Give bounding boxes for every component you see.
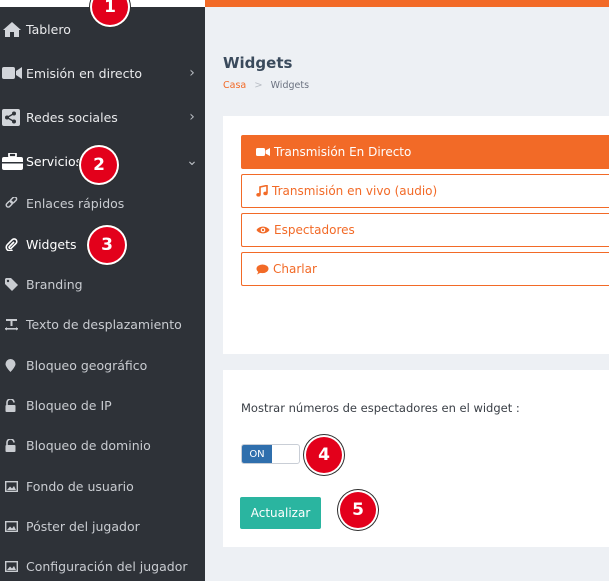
annotation-marker-4: 4	[306, 437, 342, 473]
sidebar: Tablero Emisión en directo › Redes socia…	[0, 0, 205, 581]
update-button[interactable]: Actualizar	[240, 497, 321, 529]
widget-option-label: Espectadores	[274, 223, 355, 237]
sidebar-item-label: Emisión en directo	[26, 65, 143, 81]
unlock-icon	[0, 398, 26, 412]
page-title: Widgets	[223, 54, 293, 72]
viewer-count-toggle[interactable]: ON	[241, 444, 300, 464]
unlock-icon	[0, 438, 26, 452]
sidebar-item-bloqueo-de-dominio[interactable]: Bloqueo de dominio	[0, 427, 205, 463]
image-icon	[0, 480, 26, 492]
widget-option-label: Transmisión En Directo	[274, 145, 412, 159]
share-icon	[0, 108, 26, 126]
widget-option-transmision-audio[interactable]: Transmisión en vivo (audio)	[241, 174, 609, 208]
map-pin-icon	[0, 358, 26, 372]
breadcrumb-current: Widgets	[270, 80, 310, 91]
widget-option-label: Transmisión en vivo (audio)	[272, 184, 438, 198]
annotation-marker-2: 2	[81, 147, 117, 183]
sidebar-item-fondo-de-usuario[interactable]: Fondo de usuario	[0, 468, 205, 504]
sidebar-item-emision-en-directo[interactable]: Emisión en directo ›	[0, 55, 205, 91]
chevron-right-icon: ›	[189, 65, 195, 81]
viewer-count-label: Mostrar números de espectadores en el wi…	[241, 401, 520, 415]
breadcrumb: Casa > Widgets	[223, 80, 309, 91]
sidebar-item-label: Bloqueo de IP	[26, 397, 112, 413]
link-icon	[0, 196, 26, 210]
video-camera-icon	[0, 66, 26, 80]
sidebar-item-label: Branding	[26, 276, 83, 292]
text-scroll-icon	[0, 318, 26, 331]
widget-option-charlar[interactable]: Charlar	[241, 252, 609, 286]
annotation-marker-5: 5	[340, 492, 376, 528]
eye-icon	[256, 226, 270, 234]
image-icon	[0, 560, 26, 572]
chat-bubble-icon	[256, 264, 269, 274]
breadcrumb-separator: >	[254, 80, 263, 91]
widget-option-espectadores[interactable]: Espectadores	[241, 213, 609, 247]
sidebar-item-label: Póster del jugador	[26, 518, 140, 534]
chevron-down-icon: ⌄	[186, 153, 198, 169]
sidebar-item-texto-de-desplazamiento[interactable]: Texto de desplazamiento	[0, 306, 205, 342]
briefcase-icon	[0, 152, 26, 170]
sidebar-item-bloqueo-de-ip[interactable]: Bloqueo de IP	[0, 387, 205, 423]
sidebar-item-configuracion-del-jugador[interactable]: Configuración del jugador	[0, 548, 205, 581]
top-accent-bar	[205, 0, 609, 7]
sidebar-item-redes-sociales[interactable]: Redes sociales ›	[0, 99, 205, 135]
breadcrumb-home-link[interactable]: Casa	[223, 80, 246, 91]
sidebar-item-poster-del-jugador[interactable]: Póster del jugador	[0, 508, 205, 544]
widget-option-transmision-en-directo[interactable]: Transmisión En Directo	[241, 135, 609, 169]
sidebar-item-label: Bloqueo geográfico	[26, 357, 148, 373]
sidebar-item-label: Texto de desplazamiento	[26, 316, 182, 332]
sidebar-item-branding[interactable]: Branding	[0, 266, 205, 302]
sidebar-item-label: Fondo de usuario	[26, 478, 134, 494]
annotation-marker-3: 3	[89, 227, 125, 263]
sidebar-item-label: Enlaces rápidos	[26, 195, 125, 211]
tag-icon	[0, 277, 26, 291]
sidebar-item-enlaces-rapidos[interactable]: Enlaces rápidos	[0, 185, 205, 221]
chevron-right-icon: ›	[189, 109, 195, 125]
image-icon	[0, 520, 26, 532]
paperclip-icon	[0, 237, 26, 251]
sidebar-item-label: Configuración del jugador	[26, 558, 188, 574]
music-note-icon	[256, 185, 268, 197]
sidebar-item-bloqueo-geografico[interactable]: Bloqueo geográfico	[0, 347, 205, 383]
sidebar-item-label: Redes sociales	[26, 109, 118, 125]
sidebar-item-label: Bloqueo de dominio	[26, 437, 151, 453]
video-camera-icon	[256, 148, 270, 156]
toggle-on-label: ON	[242, 445, 272, 463]
widget-option-label: Charlar	[273, 262, 317, 276]
home-icon	[0, 21, 26, 38]
